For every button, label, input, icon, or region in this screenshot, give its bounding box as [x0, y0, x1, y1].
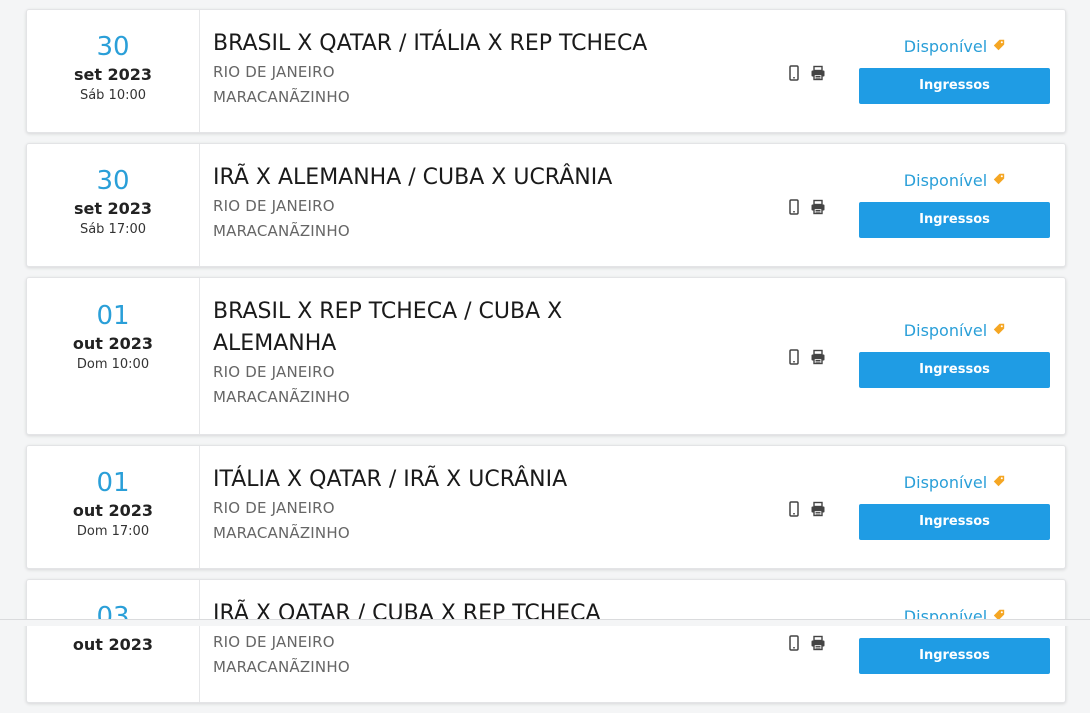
event-card: 30 set 2023 Sáb 17:00 IRÃ X ALEMANHA / C… [26, 143, 1066, 267]
event-info: ITÁLIA X QATAR / IRÃ X UCRÂNIA RIO DE JA… [213, 464, 683, 546]
printer-icon [810, 199, 826, 219]
event-card: 01 out 2023 Dom 10:00 BRASIL X REP TCHEC… [26, 277, 1066, 435]
price-tag-icon [993, 319, 1005, 341]
availability-status: Disponível [859, 36, 1050, 58]
event-month-year: out 2023 [72, 334, 154, 353]
event-month-year: out 2023 [72, 635, 154, 654]
event-title[interactable]: BRASIL X REP TCHECA / CUBA X ALEMANHA [213, 296, 683, 360]
event-info: BRASIL X QATAR / ITÁLIA X REP TCHECA RIO… [213, 28, 683, 110]
event-day: 01 [96, 468, 130, 498]
event-venue: MARACANÃZINHO [213, 388, 350, 406]
event-city: RIO DE JANEIRO [213, 499, 335, 517]
availability-label: Disponível [903, 37, 988, 56]
availability-status: Disponível [859, 472, 1050, 494]
availability-status: Disponível [859, 170, 1050, 192]
printer-icon [810, 635, 826, 655]
event-weekday-time: Dom 17:00 [76, 524, 150, 539]
price-tag-icon [993, 471, 1005, 493]
event-month-year: set 2023 [73, 65, 153, 84]
event-availability: Disponível Ingressos [859, 606, 1050, 674]
ticket-type-icons [788, 199, 826, 219]
event-date: 30 set 2023 Sáb 17:00 [27, 144, 200, 266]
event-title[interactable]: BRASIL X QATAR / ITÁLIA X REP TCHECA [213, 28, 683, 60]
event-venue: MARACANÃZINHO [213, 524, 350, 542]
event-date: 01 out 2023 Dom 17:00 [27, 446, 200, 568]
event-title[interactable]: ITÁLIA X QATAR / IRÃ X UCRÂNIA [213, 464, 683, 496]
mobile-phone-icon [788, 635, 800, 655]
price-tag-icon [993, 35, 1005, 57]
event-date: 01 out 2023 Dom 10:00 [27, 278, 200, 434]
ticket-type-icons [788, 349, 826, 369]
mobile-phone-icon [788, 199, 800, 219]
event-weekday-time: Dom 10:00 [76, 357, 150, 372]
event-title[interactable]: IRÃ X ALEMANHA / CUBA X UCRÂNIA [213, 162, 683, 194]
event-month-year: out 2023 [72, 501, 154, 520]
event-day: 01 [96, 301, 130, 331]
availability-status: Disponível [859, 320, 1050, 342]
event-venue: MARACANÃZINHO [213, 658, 350, 676]
event-list: 30 set 2023 Sáb 10:00 BRASIL X QATAR / I… [26, 9, 1066, 713]
event-availability: Disponível Ingressos [859, 320, 1050, 388]
event-info: BRASIL X REP TCHECA / CUBA X ALEMANHA RI… [213, 296, 683, 410]
event-card: 01 out 2023 Dom 17:00 ITÁLIA X QATAR / I… [26, 445, 1066, 569]
event-date: 30 set 2023 Sáb 10:00 [27, 10, 200, 132]
printer-icon [810, 349, 826, 369]
event-city: RIO DE JANEIRO [213, 63, 335, 81]
event-weekday-time: Sáb 10:00 [79, 88, 147, 103]
tickets-button[interactable]: Ingressos [859, 202, 1050, 238]
ticket-type-icons [788, 65, 826, 85]
event-city: RIO DE JANEIRO [213, 197, 335, 215]
tickets-button[interactable]: Ingressos [859, 352, 1050, 388]
mobile-phone-icon [788, 501, 800, 521]
event-card: 30 set 2023 Sáb 10:00 BRASIL X QATAR / I… [26, 9, 1066, 133]
event-day: 30 [96, 166, 130, 196]
availability-label: Disponível [903, 321, 988, 340]
printer-icon [810, 65, 826, 85]
event-availability: Disponível Ingressos [859, 472, 1050, 540]
event-info: IRÃ X QATAR / CUBA X REP TCHECA RIO DE J… [213, 598, 683, 680]
event-city: RIO DE JANEIRO [213, 633, 335, 651]
event-day: 03 [96, 602, 130, 632]
tickets-button[interactable]: Ingressos [859, 68, 1050, 104]
printer-icon [810, 501, 826, 521]
tickets-button[interactable]: Ingressos [859, 638, 1050, 674]
availability-label: Disponível [903, 473, 988, 492]
event-city: RIO DE JANEIRO [213, 363, 335, 381]
availability-label: Disponível [903, 171, 988, 190]
event-info: IRÃ X ALEMANHA / CUBA X UCRÂNIA RIO DE J… [213, 162, 683, 244]
event-day: 30 [96, 32, 130, 62]
page-bottom-edge [0, 619, 1090, 626]
event-date: 03 out 2023 [27, 580, 200, 702]
mobile-phone-icon [788, 349, 800, 369]
event-weekday-time: Sáb 17:00 [79, 222, 147, 237]
event-card: 03 out 2023 IRÃ X QATAR / CUBA X REP TCH… [26, 579, 1066, 703]
mobile-phone-icon [788, 65, 800, 85]
event-availability: Disponível Ingressos [859, 170, 1050, 238]
price-tag-icon [993, 169, 1005, 191]
event-availability: Disponível Ingressos [859, 36, 1050, 104]
event-venue: MARACANÃZINHO [213, 222, 350, 240]
ticket-type-icons [788, 501, 826, 521]
event-month-year: set 2023 [73, 199, 153, 218]
ticket-type-icons [788, 635, 826, 655]
tickets-button[interactable]: Ingressos [859, 504, 1050, 540]
event-venue: MARACANÃZINHO [213, 88, 350, 106]
